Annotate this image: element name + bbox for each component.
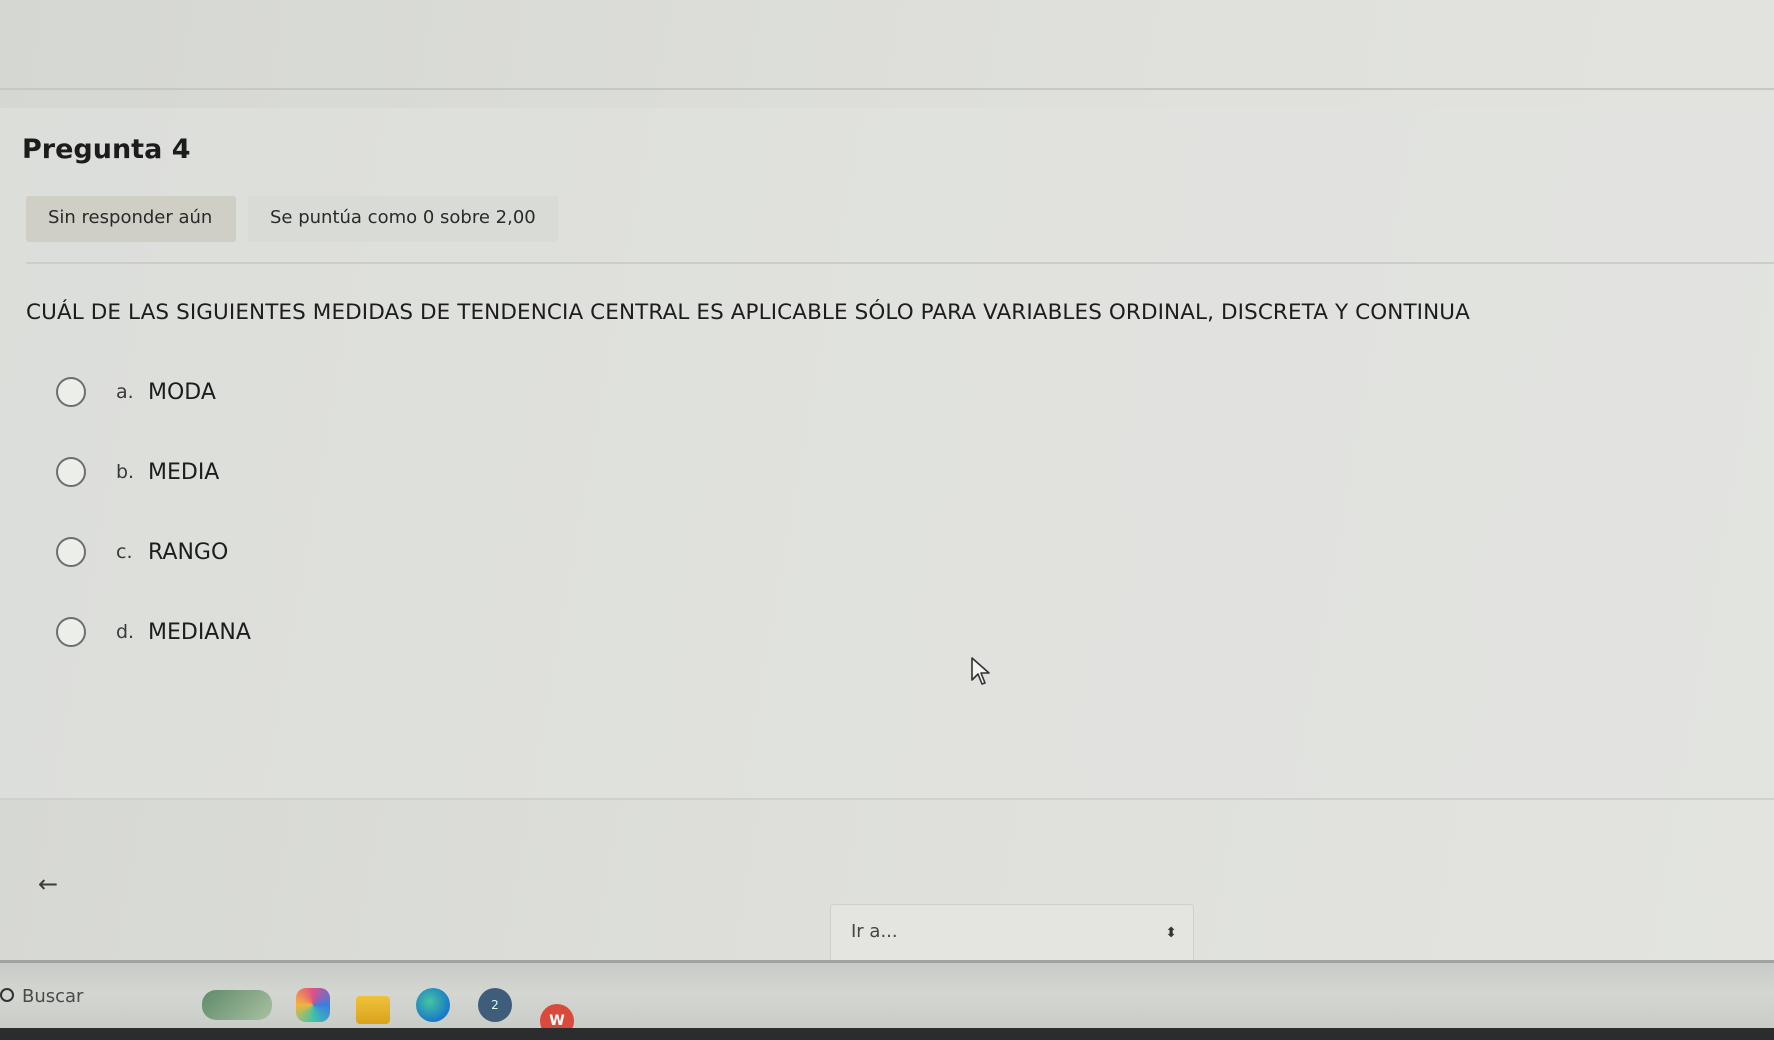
card-divider [26,262,1774,264]
question-text: CUÁL DE LAS SIGUIENTES MEDIDAS DE TENDEN… [26,300,1470,325]
question-grade: Se puntúa como 0 sobre 2,00 [248,196,558,242]
jump-to-select[interactable]: Ir a... ⬍ [830,904,1194,966]
answer-list: a. MODA b. MEDIA c. RANGO d. MEDIANA [56,372,251,692]
answer-option-d[interactable]: d. MEDIANA [56,612,251,652]
question-status: Sin responder aún [26,196,236,242]
file-explorer-icon[interactable] [356,996,390,1024]
radio-button-c[interactable] [56,537,86,567]
answer-letter: a. [116,381,134,403]
answer-option-b[interactable]: b. MEDIA [56,452,251,492]
top-divider [0,88,1774,90]
clock-icon[interactable]: 2 [478,988,512,1022]
mouse-pointer-icon [971,657,990,685]
arrow-left-icon[interactable]: ← [38,870,58,898]
answer-letter: c. [116,541,133,563]
copilot-icon[interactable] [296,988,330,1022]
answer-label[interactable]: MODA [148,380,216,405]
screen: Pregunta 4 Sin responder aún Se puntúa c… [0,0,1774,1040]
radio-button-b[interactable] [56,457,86,487]
widgets-icon[interactable] [202,990,272,1020]
radio-button-d[interactable] [56,617,86,647]
select-arrows-icon: ⬍ [1165,925,1177,941]
answer-option-c[interactable]: c. RANGO [56,532,251,572]
answer-letter: b. [116,461,135,483]
radio-button-a[interactable] [56,377,86,407]
answer-option-a[interactable]: a. MODA [56,372,251,412]
question-title: Pregunta 4 [22,134,191,165]
edge-icon[interactable] [416,988,450,1022]
search-icon[interactable] [0,988,14,1002]
taskbar-search[interactable]: Buscar [22,986,83,1007]
answer-label[interactable]: RANGO [148,540,228,565]
answer-letter: d. [116,621,135,643]
answer-label[interactable]: MEDIA [148,460,219,485]
jump-to-placeholder: Ir a... [851,921,898,942]
answer-label[interactable]: MEDIANA [148,620,251,645]
screen-bezel [0,1028,1774,1040]
